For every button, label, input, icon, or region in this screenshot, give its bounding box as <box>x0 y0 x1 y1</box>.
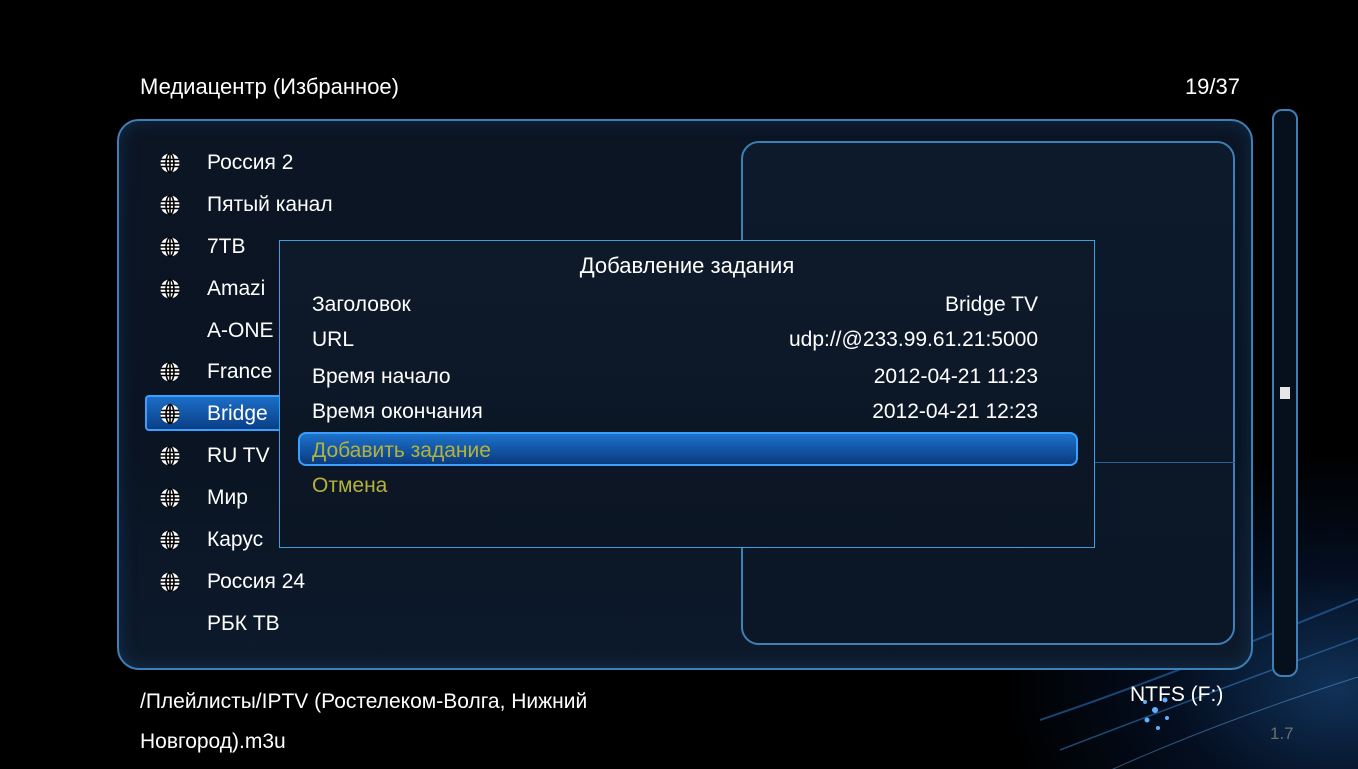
channel-list-item[interactable]: Россия 2 <box>145 142 745 184</box>
channel-name: Bridge <box>207 402 268 426</box>
playlist-path: /Плейлисты/IPTV (Ростелеком-Волга, Нижни… <box>140 682 760 762</box>
scrollbar[interactable] <box>1272 109 1298 677</box>
field-label-url: URL <box>312 328 355 351</box>
field-row-start-time: Время начало 2012-04-21 11:23 <box>312 365 1038 389</box>
channel-name: Россия 2 <box>207 150 294 174</box>
item-counter: 19/37 <box>1184 74 1240 99</box>
field-row-url: URL udp://@233.99.61.21:5000 <box>312 328 1038 352</box>
field-label-end-time: Время окончания <box>312 400 483 423</box>
playlist-path-line1: /Плейлисты/IPTV (Ростелеком-Волга, Нижни… <box>140 690 588 713</box>
globe-icon <box>159 571 181 593</box>
globe-icon <box>159 529 181 551</box>
version-label: 1.7 <box>1270 724 1294 743</box>
field-value-title: Bridge TV <box>945 293 1038 316</box>
dialog-title: Добавление задания <box>579 253 795 278</box>
field-row-end-time: Время окончания 2012-04-21 12:23 <box>312 400 1038 424</box>
field-label-title: Заголовок <box>312 293 411 316</box>
field-value-end-time: 2012-04-21 12:23 <box>872 400 1038 423</box>
globe-icon <box>159 194 181 216</box>
globe-icon <box>159 361 181 383</box>
media-center-screen: Медиацентр (Избранное) 19/37 Россия 2 Пят… <box>0 0 1358 769</box>
channel-name: 7ТВ <box>207 234 246 258</box>
field-row-title: Заголовок Bridge TV <box>312 293 1038 317</box>
channel-list-item[interactable]: РБК ТВ <box>145 603 745 645</box>
globe-icon <box>159 487 181 509</box>
channel-name: РБК ТВ <box>207 611 280 635</box>
field-value-url: udp://@233.99.61.21:5000 <box>788 328 1038 351</box>
add-task-button[interactable]: Добавить задание <box>298 432 1078 466</box>
page-title: Медиацентр (Избранное) <box>140 74 399 99</box>
globe-icon <box>159 403 181 425</box>
channel-name: Россия 24 <box>207 569 306 593</box>
channel-name: Amazi <box>207 276 266 300</box>
cancel-button[interactable]: Отмена <box>298 469 1078 503</box>
channel-list-item[interactable]: Пятый канал <box>145 184 745 226</box>
scrollbar-thumb[interactable] <box>1280 387 1290 399</box>
globe-icon <box>159 236 181 258</box>
playlist-path-line2: Новгород).m3u <box>140 730 286 753</box>
channel-name: Карус <box>207 527 264 551</box>
field-label-start-time: Время начало <box>312 365 451 388</box>
globe-icon <box>159 152 181 174</box>
channel-name: A-ONE <box>207 318 274 342</box>
channel-name: Пятый канал <box>207 192 333 216</box>
globe-icon <box>159 445 181 467</box>
channel-name: Мир <box>207 486 248 510</box>
add-task-dialog: Добавление задания Заголовок Bridge TV U… <box>279 240 1095 548</box>
field-value-start-time: 2012-04-21 11:23 <box>873 365 1038 388</box>
channel-name: France <box>207 360 273 384</box>
drive-label: NTFS (F:) <box>1130 683 1224 706</box>
channel-list-item[interactable]: Россия 24 <box>145 561 745 603</box>
globe-icon <box>159 278 181 300</box>
channel-name: RU TV <box>207 444 270 468</box>
